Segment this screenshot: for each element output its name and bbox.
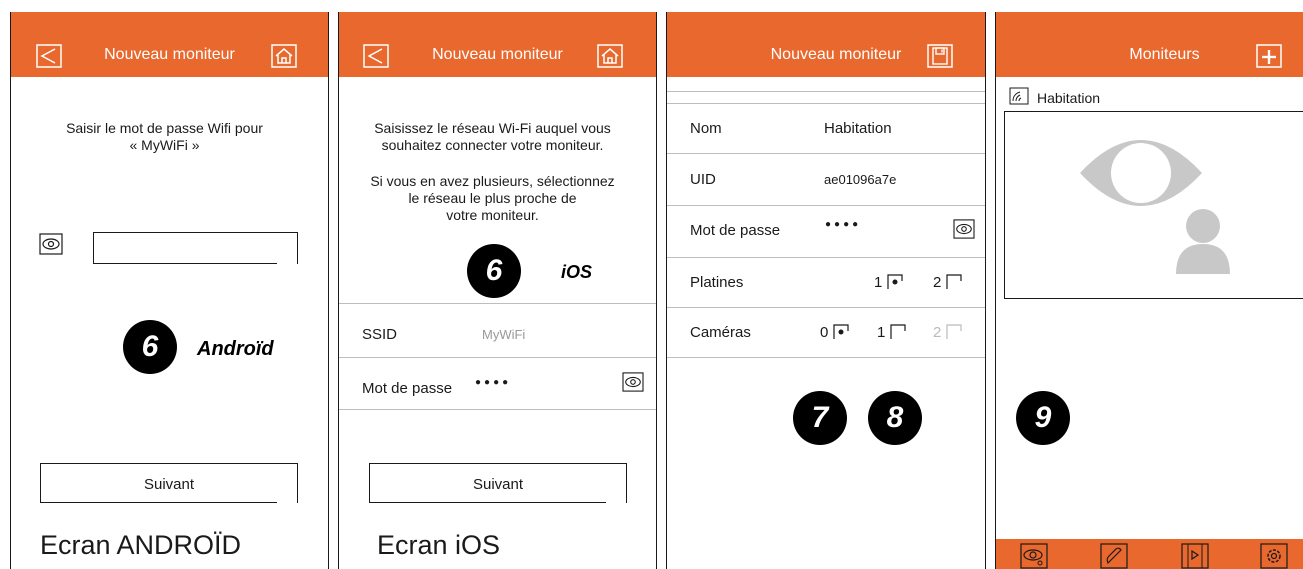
placeholder-avatar-icon xyxy=(1080,140,1230,274)
next-button-label: Suivant xyxy=(472,476,524,493)
checkbox-disabled-icon xyxy=(946,324,962,340)
checkbox-empty-icon[interactable] xyxy=(946,274,962,290)
divider xyxy=(667,307,985,308)
divider xyxy=(339,357,656,358)
divider xyxy=(667,103,985,104)
network-instructions: Saisissez le réseau Wi-Fi auquel vous so… xyxy=(339,120,646,154)
divider xyxy=(667,91,985,92)
home-icon[interactable] xyxy=(597,44,623,68)
step-badge: 9 xyxy=(1016,391,1070,445)
name-label: Nom xyxy=(690,120,722,137)
platform-label: iOS xyxy=(561,262,593,282)
next-button-label: Suivant xyxy=(143,476,195,493)
instruction-line: Saisissez le réseau Wi-Fi auquel vous xyxy=(374,120,611,136)
platform-label: Androïd xyxy=(197,338,274,360)
wifi-password-prompt: Saisir le mot de passe Wifi pour « MyWiF… xyxy=(11,120,318,154)
divider xyxy=(667,153,985,154)
password-value: ●●●● xyxy=(825,219,862,230)
instruction-line: le réseau le plus proche de xyxy=(408,190,577,206)
platine-2-label: 2 xyxy=(933,274,942,291)
bottom-tab-bar xyxy=(996,539,1303,569)
app-header: Nouveau moniteur xyxy=(667,12,985,77)
checkbox-empty-icon[interactable] xyxy=(890,324,906,340)
divider xyxy=(339,409,656,410)
divider xyxy=(667,205,985,206)
ssid-value: MyWiFi xyxy=(482,327,526,342)
eye-icon[interactable] xyxy=(39,233,63,255)
checkbox-checked-icon[interactable] xyxy=(833,324,849,340)
add-icon[interactable] xyxy=(1256,44,1282,68)
eye-icon[interactable] xyxy=(953,219,975,239)
next-button[interactable]: Suivant xyxy=(369,463,627,503)
wifi-monitor-icon xyxy=(1009,87,1029,105)
instruction-line: Si vous en avez plusieurs, sélectionnez xyxy=(370,173,615,189)
prompt-line: Saisir le mot de passe Wifi pour xyxy=(66,120,263,136)
cameras-label: Caméras xyxy=(690,324,751,341)
step-badge: 8 xyxy=(868,391,922,445)
password-label: Mot de passe xyxy=(690,222,781,239)
password-label: Mot de passe xyxy=(362,380,453,397)
step-badge: 7 xyxy=(793,391,847,445)
ssid-label: SSID xyxy=(362,326,398,343)
monitor-name: Habitation xyxy=(1037,90,1101,106)
uid-label: UID xyxy=(690,171,716,188)
ios-screen: Nouveau moniteur Saisissez le réseau Wi-… xyxy=(338,12,657,569)
network-instructions-2: Si vous en avez plusieurs, sélectionnez … xyxy=(339,173,646,224)
step-badge: 6 xyxy=(467,244,521,298)
camera-1-label: 1 xyxy=(877,324,886,341)
screen-caption: Ecran ANDROÏD xyxy=(40,530,242,560)
instruction-line: souhaitez connecter votre moniteur. xyxy=(381,137,604,153)
name-value: Habitation xyxy=(824,120,892,137)
divider xyxy=(667,357,985,358)
instruction-line: votre moniteur. xyxy=(446,207,539,223)
media-icon[interactable] xyxy=(1181,543,1209,569)
save-icon[interactable] xyxy=(927,44,953,68)
monitors-screen: Moniteurs Habitation 9 xyxy=(995,12,1303,569)
phone-icon[interactable] xyxy=(1100,543,1128,569)
divider xyxy=(339,303,656,304)
prompt-line: « MyWiFi » xyxy=(129,137,200,153)
checkbox-checked-icon[interactable] xyxy=(887,274,903,290)
wifi-password-input[interactable] xyxy=(93,232,298,264)
password-value: ●●●● xyxy=(475,377,512,388)
camera-0-label: 0 xyxy=(820,324,829,341)
uid-value: ae01096a7e xyxy=(824,172,897,187)
divider xyxy=(667,257,985,258)
new-monitor-screen: Nouveau moniteur Nom Habitation UID ae01… xyxy=(666,12,986,569)
next-button[interactable]: Suivant xyxy=(40,463,298,503)
app-header: Moniteurs xyxy=(996,12,1303,77)
home-icon[interactable] xyxy=(271,44,297,68)
settings-icon[interactable] xyxy=(1260,543,1288,569)
android-screen: Nouveau moniteur Saisir le mot de passe … xyxy=(10,12,329,569)
camera-2-label: 2 xyxy=(933,324,942,341)
app-header: Nouveau moniteur xyxy=(339,12,656,77)
platine-1-label: 1 xyxy=(874,274,883,291)
app-header: Nouveau moniteur xyxy=(11,12,328,77)
monitor-view-icon[interactable] xyxy=(1020,543,1048,569)
step-badge: 6 xyxy=(123,320,177,374)
platines-label: Platines xyxy=(690,274,744,291)
screen-caption: Ecran iOS xyxy=(377,530,501,560)
monitor-preview[interactable] xyxy=(1004,111,1303,299)
eye-icon[interactable] xyxy=(622,372,644,392)
